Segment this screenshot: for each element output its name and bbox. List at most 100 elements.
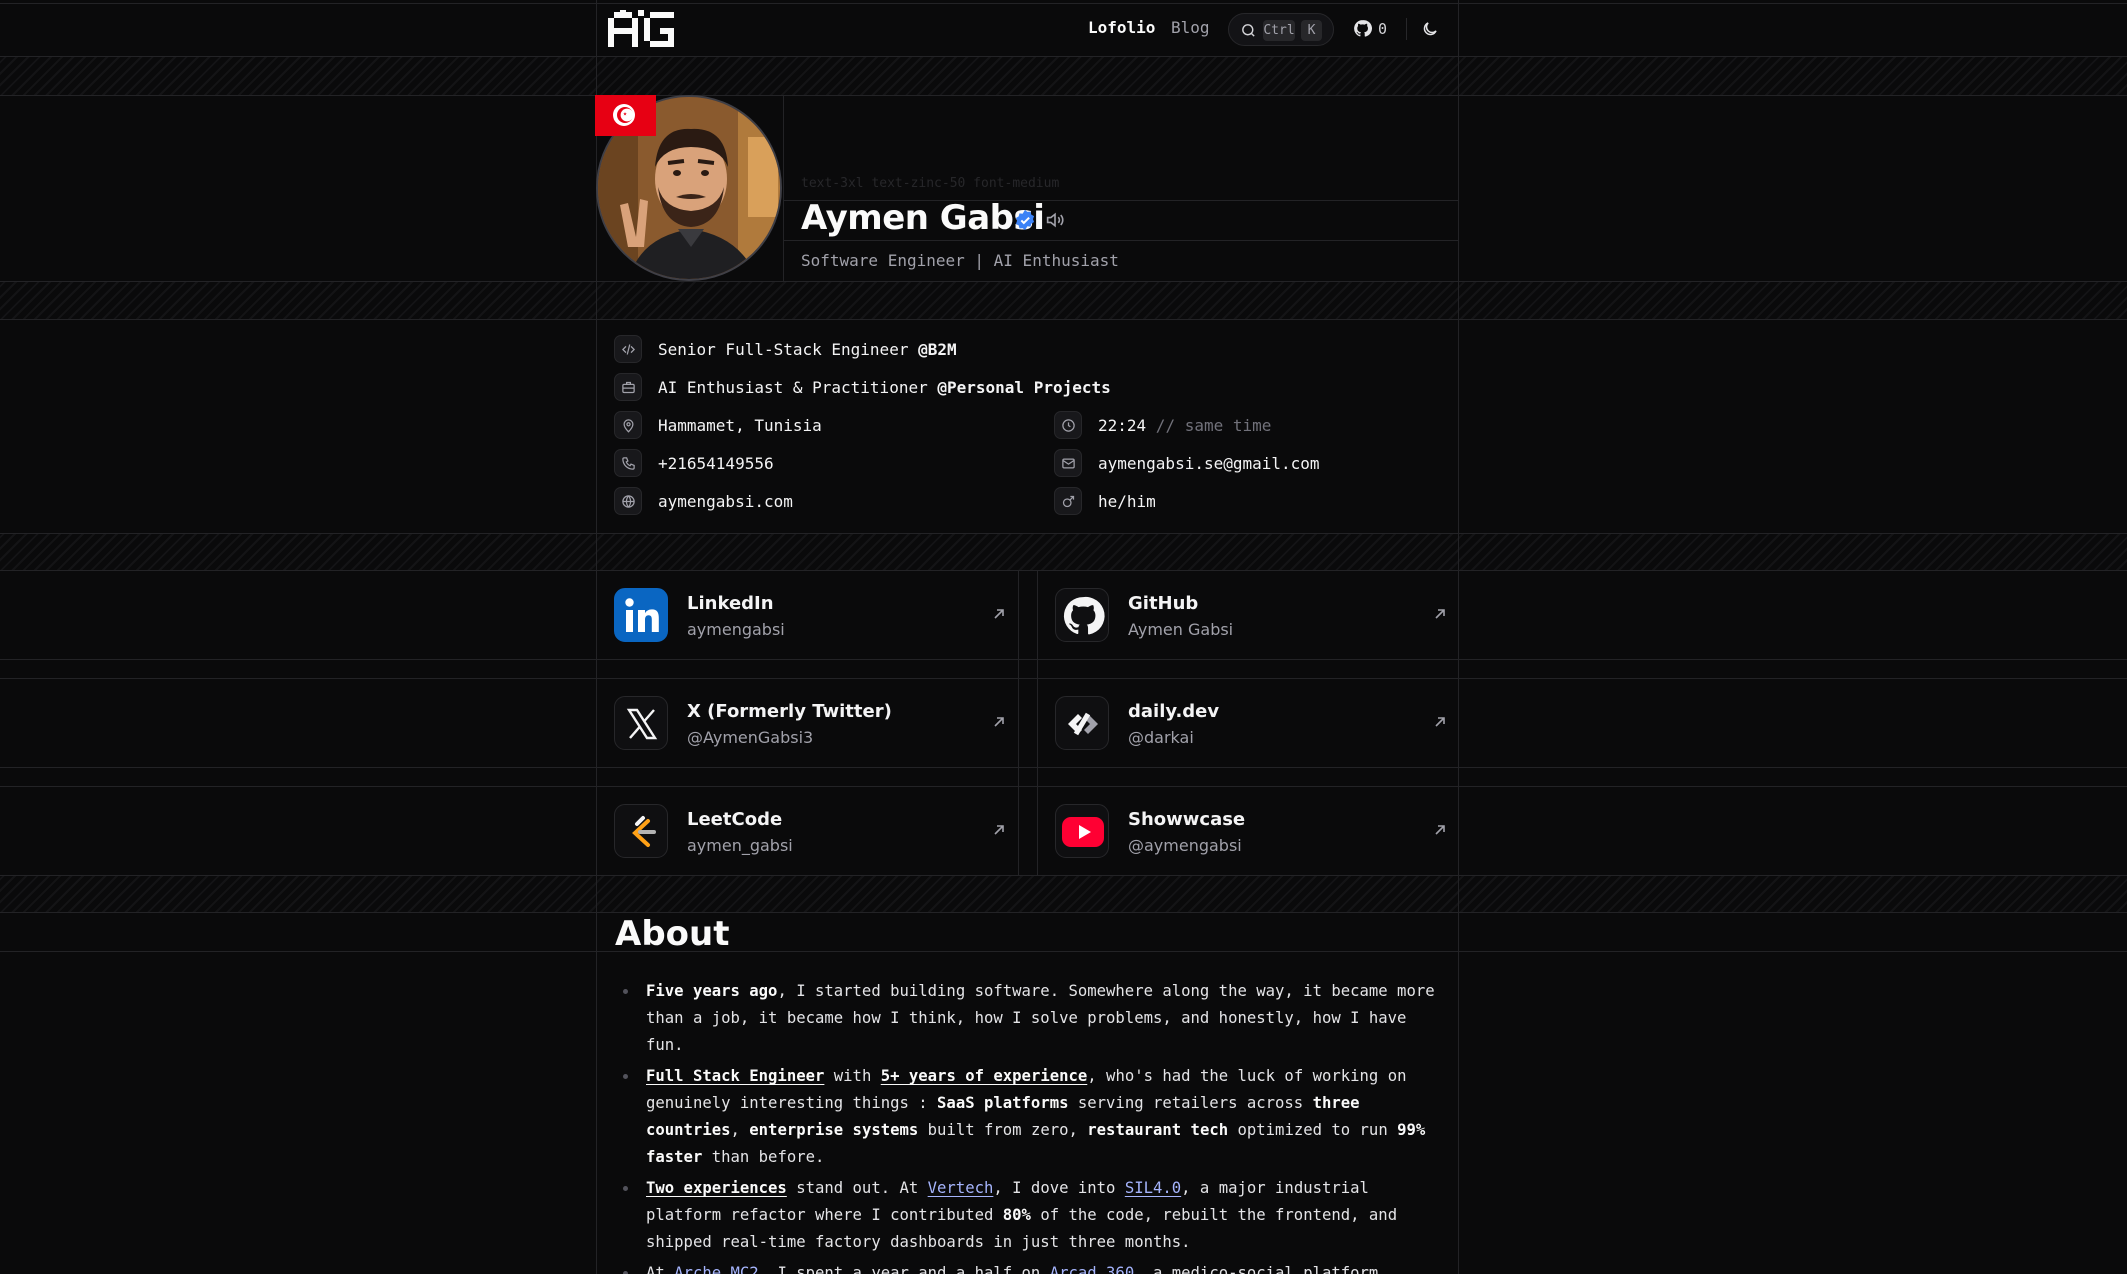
social-name: GitHub	[1128, 593, 1199, 614]
social-handle: aymengabsi	[687, 620, 785, 639]
list-item: Full Stack Engineer with 5+ years of exp…	[622, 1063, 1442, 1171]
social-card-linkedin[interactable]: LinkedIn aymengabsi	[596, 570, 1018, 659]
github-icon	[1055, 588, 1109, 642]
time-note: // same time	[1146, 416, 1272, 435]
mail-icon	[1054, 449, 1082, 477]
social-card-github[interactable]: GitHub Aymen Gabsi	[1037, 570, 1459, 659]
list-item: At Arche MC2, I spent a year and a half …	[622, 1260, 1442, 1274]
grid-line	[0, 912, 2127, 913]
social-card-leetcode[interactable]: LeetCode aymen_gabsi	[596, 786, 1018, 875]
text: At	[646, 1264, 675, 1274]
nav-portfolio[interactable]: Lofolio	[1088, 18, 1155, 37]
arrow-up-right-icon	[994, 717, 1004, 727]
pronouns-text: he/him	[1098, 492, 1156, 511]
social-name: Showwcase	[1128, 809, 1246, 830]
social-handle: Aymen Gabsi	[1128, 620, 1234, 639]
speaker-icon[interactable]	[1045, 211, 1065, 229]
about-p2-link[interactable]: 5+ years of experience	[881, 1067, 1088, 1085]
github-icon[interactable]	[1353, 19, 1372, 38]
text: ,	[730, 1121, 750, 1139]
grid-line	[0, 95, 2127, 96]
bold-text: enterprise systems	[749, 1121, 919, 1139]
email-link[interactable]: aymengabsi.se@gmail.com	[1098, 454, 1320, 473]
moon-icon[interactable]	[1421, 20, 1439, 38]
about-p3-link[interactable]: Two experiences	[646, 1179, 787, 1197]
website-link[interactable]: aymengabsi.com	[658, 492, 793, 511]
arrow-up-right-icon	[994, 825, 1004, 835]
text: than before.	[702, 1148, 825, 1166]
stripe-band	[0, 57, 2127, 95]
info-location: Hammamet, Tunisia	[614, 411, 1014, 439]
daily-dev-icon	[1055, 696, 1109, 750]
grid-line	[783, 95, 784, 281]
code-icon	[614, 335, 642, 363]
x-twitter-icon	[614, 696, 668, 750]
phone-link[interactable]: +21654149556	[658, 454, 774, 473]
info-pronouns: he/him	[1054, 487, 1454, 515]
info-job-1: Senior Full-Stack Engineer @B2M	[614, 335, 1034, 363]
bold-text: SaaS platforms	[937, 1094, 1069, 1112]
social-card-dailydev[interactable]: daily.dev @darkai	[1037, 678, 1459, 767]
social-handle: aymen_gabsi	[687, 836, 793, 855]
arrow-up-right-icon	[1435, 717, 1445, 727]
text: , a medico-social platform	[1134, 1264, 1379, 1274]
sil40-link[interactable]: SIL4.0	[1125, 1179, 1181, 1197]
profile-name: Aymen Gabsi	[801, 198, 1045, 238]
job-1-org: @B2M	[918, 340, 957, 359]
clock-icon	[1054, 411, 1082, 439]
kbd-ctrl: Ctrl	[1263, 20, 1295, 41]
arrow-up-right-icon	[1435, 609, 1445, 619]
github-star-count: 0	[1378, 20, 1388, 38]
location-text: Hammamet, Tunisia	[658, 416, 822, 435]
search-button[interactable]: Ctrl K	[1228, 13, 1334, 46]
arcad-360-link[interactable]: Arcad 360	[1050, 1264, 1135, 1274]
text: with	[824, 1067, 881, 1085]
map-pin-icon	[614, 411, 642, 439]
job-1-title: Senior Full-Stack Engineer	[658, 340, 919, 359]
social-name: X (Formerly Twitter)	[687, 701, 892, 722]
job-2-title: AI Enthusiast & Practitioner	[658, 378, 938, 397]
search-icon	[1242, 24, 1255, 37]
about-heading: About	[615, 914, 730, 954]
tunisia-flag-icon	[595, 95, 656, 136]
info-time: 22:24 // same time	[1054, 411, 1454, 439]
verified-icon	[1015, 209, 1035, 231]
social-handle: @darkai	[1128, 728, 1194, 747]
briefcase-icon	[614, 373, 642, 401]
grid-line	[0, 951, 2127, 952]
grid-line	[783, 240, 1458, 241]
text: serving retailers across	[1068, 1094, 1313, 1112]
social-handle: @aymengabsi	[1128, 836, 1242, 855]
social-handle: @AymenGabsi3	[687, 728, 814, 747]
social-name: LeetCode	[687, 809, 783, 830]
text: built from zero,	[918, 1121, 1088, 1139]
youtube-icon	[1055, 804, 1109, 858]
divider	[1406, 18, 1407, 40]
info-website[interactable]: aymengabsi.com	[614, 487, 1014, 515]
phone-icon	[614, 449, 642, 477]
placeholder-classes: text-3xl text-zinc-50 font-medium	[801, 176, 1060, 191]
arrow-up-right-icon	[1435, 825, 1445, 835]
about-p2-link[interactable]: Full Stack Engineer	[646, 1067, 824, 1085]
local-time: 22:24	[1098, 416, 1147, 435]
social-card-showwcase[interactable]: Showwcase @aymengabsi	[1037, 786, 1459, 875]
list-item: Two experiences stand out. At Vertech, I…	[622, 1175, 1442, 1256]
info-phone[interactable]: +21654149556	[614, 449, 1014, 477]
social-card-x[interactable]: X (Formerly Twitter) @AymenGabsi3	[596, 678, 1018, 767]
logo-icon[interactable]	[608, 10, 680, 47]
text: stand out. At	[786, 1179, 928, 1197]
about-list: Five years ago, I started building softw…	[622, 978, 1442, 1274]
arche-mc2-link[interactable]: Arche MC2	[674, 1264, 759, 1274]
leetcode-icon	[614, 804, 668, 858]
info-email[interactable]: aymengabsi.se@gmail.com	[1054, 449, 1454, 477]
vertech-link[interactable]: Vertech	[928, 1179, 994, 1197]
list-item: Five years ago, I started building softw…	[622, 978, 1442, 1059]
site-header: Lofolio Blog Ctrl K 0	[596, 0, 1458, 57]
grid-line	[1018, 570, 1019, 875]
linkedin-icon	[614, 588, 668, 642]
nav-blog[interactable]: Blog	[1171, 18, 1210, 37]
bold-text: 80%	[1002, 1206, 1031, 1224]
grid-line	[0, 659, 2127, 660]
info-job-2: AI Enthusiast & Practitioner @Personal P…	[614, 373, 1114, 401]
social-name: LinkedIn	[687, 593, 774, 614]
